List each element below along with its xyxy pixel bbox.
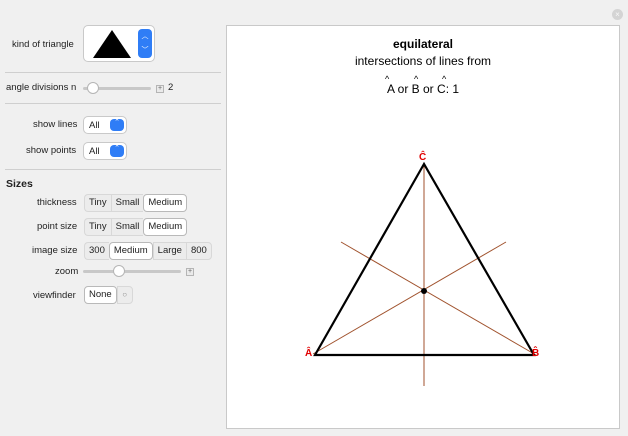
kind-of-triangle-popup[interactable]: ︿ ﹀ (83, 25, 155, 62)
viewfinder-label: viewfinder (33, 290, 76, 301)
kind-of-triangle-label: kind of triangle (12, 39, 74, 50)
bisector-line-b (312, 241, 507, 355)
point-size-segmented-control[interactable]: Tiny Small Medium (84, 218, 188, 236)
divider (5, 103, 221, 104)
thickness-option-small[interactable]: Small (110, 194, 144, 212)
image-size-label: image size (32, 245, 78, 256)
point-size-option-tiny[interactable]: Tiny (84, 218, 111, 236)
viewfinder-control[interactable]: None ○ (84, 286, 133, 304)
image-size-option-300[interactable]: 300 (84, 242, 109, 260)
angle-divisions-label: angle divisions n (6, 82, 77, 93)
zoom-label: zoom (55, 266, 79, 277)
viewfinder-option-none[interactable]: None (84, 286, 117, 304)
divider (5, 169, 221, 170)
triangle-thumbnail-icon (93, 30, 131, 58)
thickness-option-medium[interactable]: Medium (143, 194, 188, 212)
vertex-label-c: Ĉ (419, 152, 427, 163)
show-lines-value: All (89, 120, 100, 131)
angle-divisions-value: 2 (168, 82, 174, 93)
thickness-option-tiny[interactable]: Tiny (84, 194, 111, 212)
vertex-label-a: Â (305, 348, 313, 359)
show-lines-popup[interactable]: All ⌃ (83, 116, 127, 134)
point-size-label: point size (37, 221, 78, 232)
image-size-option-800[interactable]: 800 (185, 242, 212, 260)
zoom-slider[interactable] (83, 270, 181, 273)
image-size-option-medium[interactable]: Medium (108, 242, 153, 260)
close-icon[interactable]: × (612, 9, 623, 20)
chevron-updown-icon[interactable]: ⌃ (110, 145, 124, 157)
control-panel: kind of triangle ︿ ﹀ angle divisions n + … (0, 0, 222, 436)
show-lines-label: show lines (33, 119, 78, 130)
image-size-segmented-control[interactable]: 300 Medium Large 800 (84, 242, 212, 260)
point-size-option-small[interactable]: Small (110, 218, 144, 236)
divider (5, 72, 221, 73)
point-size-option-medium[interactable]: Medium (143, 218, 188, 236)
expand-plus-icon[interactable]: + (156, 85, 164, 93)
viewfinder-toggle-icon[interactable]: ○ (116, 286, 133, 304)
chevron-updown-icon[interactable]: ︿ ﹀ (138, 29, 152, 58)
zoom-slider-thumb[interactable] (113, 265, 126, 277)
chevron-updown-icon[interactable]: ⌃ (110, 119, 124, 131)
expand-plus-icon[interactable]: + (186, 268, 194, 276)
vertex-label-b: B̂ (532, 348, 540, 359)
show-points-label: show points (26, 145, 77, 156)
angle-divisions-slider-thumb[interactable] (86, 82, 99, 94)
show-points-value: All (89, 146, 100, 157)
sizes-heading: Sizes (6, 178, 33, 190)
thickness-segmented-control[interactable]: Tiny Small Medium (84, 194, 188, 212)
plot-area: equilateral intersections of lines from … (226, 25, 620, 429)
show-points-popup[interactable]: All ⌃ (83, 142, 127, 160)
triangle-drawing (312, 161, 537, 386)
thickness-label: thickness (37, 197, 77, 208)
intersection-point (421, 288, 427, 294)
image-size-option-large[interactable]: Large (152, 242, 186, 260)
